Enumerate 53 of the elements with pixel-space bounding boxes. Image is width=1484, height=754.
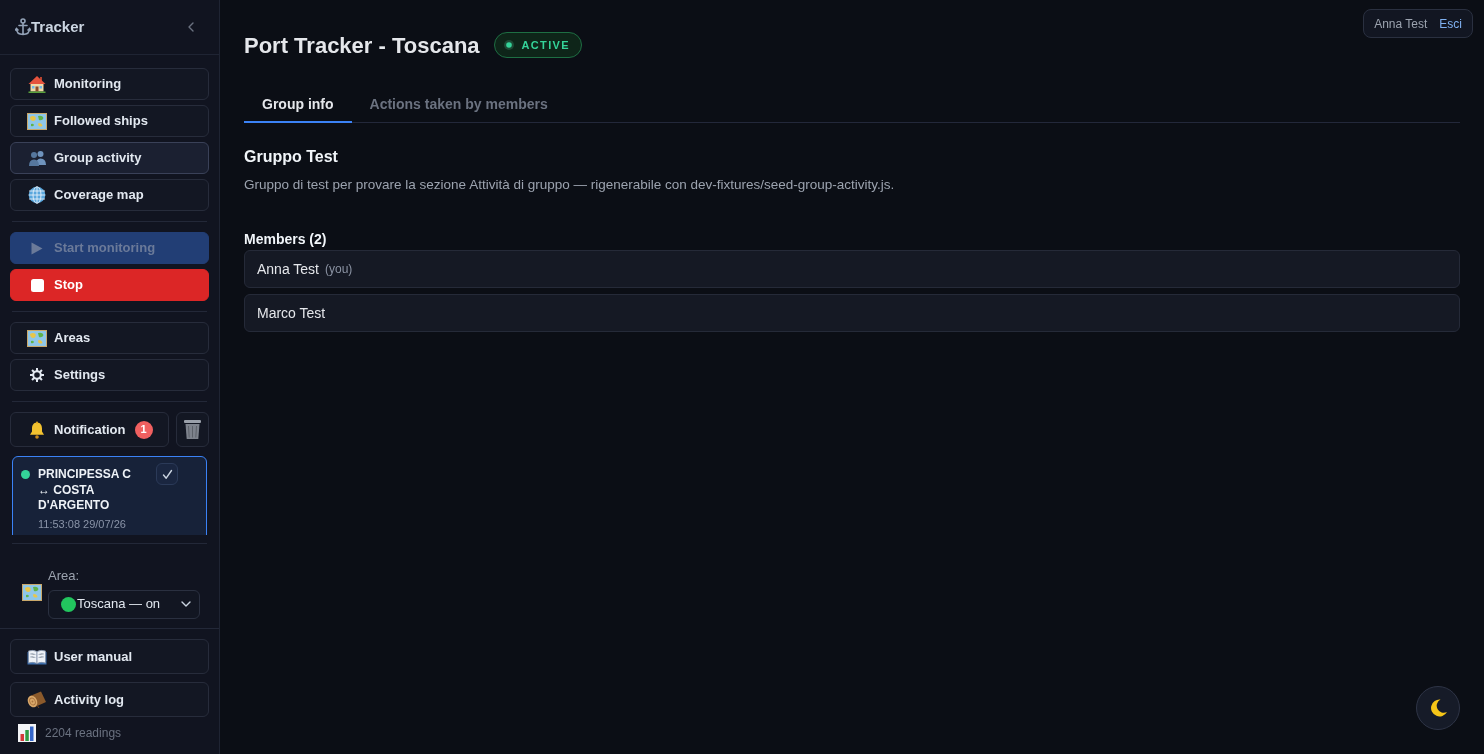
readings-count: 2204 readings xyxy=(45,725,122,742)
brand-title: Tracker xyxy=(31,16,85,37)
status-label: ACTIVE xyxy=(521,37,570,53)
delete-button[interactable] xyxy=(176,412,209,447)
trash-icon xyxy=(183,419,202,440)
moon-icon xyxy=(1428,698,1448,718)
book-icon xyxy=(27,648,47,665)
chevron-left-icon xyxy=(188,22,194,32)
notification-button[interactable]: Notification 1 xyxy=(10,412,169,447)
map-icon xyxy=(22,583,42,601)
group-description: Gruppo di test per provare la sezione Attività di gruppo — rigenerabile con dev-fixtures/seed-group-activity.js. xyxy=(244,176,896,194)
mark-read-button[interactable] xyxy=(156,463,178,485)
theme-toggle-button[interactable] xyxy=(1416,686,1460,730)
bar-chart-icon xyxy=(18,724,36,742)
chevron-down-icon xyxy=(181,601,191,607)
status-dot-icon xyxy=(61,596,76,612)
map-icon xyxy=(27,112,47,130)
nav-item[interactable]: Monitoring xyxy=(10,68,209,100)
logout-link[interactable]: Esci xyxy=(1439,14,1462,33)
gear-icon xyxy=(30,368,44,382)
member-note: (you) xyxy=(325,261,353,279)
house-icon xyxy=(28,75,46,93)
log-icon xyxy=(27,690,47,709)
notification-title: PRINCIPESSA C ↔ COSTA D'ARGENTO xyxy=(38,467,132,514)
member-name: Anna Test xyxy=(257,259,319,279)
people-icon xyxy=(27,150,47,166)
nav-item[interactable]: User manual xyxy=(10,639,209,674)
area-select[interactable]: Toscana — on xyxy=(48,589,200,619)
play-icon xyxy=(31,241,43,255)
tab[interactable]: Actions taken by members xyxy=(351,87,566,123)
globe-icon xyxy=(28,186,46,204)
nav-item[interactable]: Settings xyxy=(10,359,209,391)
area-label: Area: xyxy=(48,567,81,585)
count-badge: 1 xyxy=(134,420,153,439)
nav-item[interactable]: Areas xyxy=(10,322,209,354)
check-icon xyxy=(161,468,173,480)
bell-icon xyxy=(28,420,46,439)
nav-item[interactable]: Activity log xyxy=(10,682,209,717)
user-name: Anna Test xyxy=(1374,15,1428,33)
anchor-icon xyxy=(15,18,31,36)
members-heading: Members (2) xyxy=(244,230,328,250)
tab[interactable]: Group info xyxy=(244,87,352,123)
notification-time: 11:53:08 29/07/26 xyxy=(38,516,127,531)
group-name: Gruppo Test xyxy=(244,147,339,167)
status-dot-icon xyxy=(503,40,514,50)
nav-item[interactable]: Group activity xyxy=(10,142,209,174)
page-title: Port Tracker - Toscana xyxy=(244,31,480,60)
member-name: Marco Test xyxy=(257,303,326,323)
map-icon xyxy=(27,329,47,347)
stop-icon xyxy=(30,278,44,292)
stop-button[interactable]: Stop xyxy=(10,269,209,301)
nav-item[interactable]: Coverage map xyxy=(10,179,209,211)
nav-item[interactable]: Followed ships xyxy=(10,105,209,137)
